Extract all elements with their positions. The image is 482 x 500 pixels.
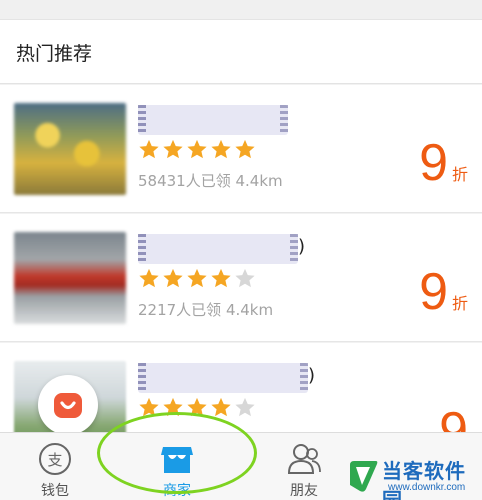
merchant-name-redacted xyxy=(138,234,298,264)
merchant-name-suffix: ) xyxy=(308,365,316,386)
tab-label: 钱包 xyxy=(41,483,69,499)
merchant-thumbnail xyxy=(14,103,126,195)
star-empty-icon xyxy=(235,268,255,288)
smile-bag-icon xyxy=(54,393,82,418)
merchant-thumbnail xyxy=(14,232,126,324)
rating-stars xyxy=(138,138,256,164)
watermark-title: 当客软件园 xyxy=(382,459,466,500)
star-empty-icon xyxy=(235,397,255,417)
star-icon xyxy=(235,139,255,159)
floating-action-button[interactable] xyxy=(38,375,98,435)
star-icon xyxy=(211,268,231,288)
star-icon xyxy=(187,268,207,288)
star-icon xyxy=(139,268,159,288)
star-icon xyxy=(163,139,183,159)
merchant-item[interactable]: 58431人已领 4.4km 9折 xyxy=(0,85,482,213)
merchant-item[interactable]: ) 2217人已领 4.4km 9折 xyxy=(0,214,482,342)
claimed-distance: 58431人已领 4.4km xyxy=(138,172,283,190)
discount-value: 9 xyxy=(419,263,448,321)
wallet-icon: 支 xyxy=(39,443,71,475)
discount-unit: 折 xyxy=(451,167,468,184)
star-icon xyxy=(163,268,183,288)
watermark-logo-icon xyxy=(350,461,378,492)
discount-value: 9 xyxy=(419,134,448,192)
svg-text:支: 支 xyxy=(47,451,62,469)
merchant-name-redacted xyxy=(138,363,308,393)
watermark-url: www.downkr.com xyxy=(388,482,466,493)
rating-stars xyxy=(138,267,256,293)
star-icon xyxy=(211,139,231,159)
top-strip xyxy=(0,0,482,20)
claimed-distance: 2217人已领 4.4km xyxy=(138,301,274,319)
watermark: 当客软件园 www.downkr.com xyxy=(340,455,482,500)
section-title: 热门推荐 xyxy=(16,43,93,65)
highlight-ellipse xyxy=(97,412,257,494)
section-header: 热门推荐 xyxy=(0,20,482,84)
star-icon xyxy=(139,139,159,159)
tab-wallet[interactable]: 支 钱包 xyxy=(0,433,115,500)
friends-icon xyxy=(287,444,321,474)
merchant-name-redacted xyxy=(138,105,288,135)
merchant-name-suffix: ) xyxy=(298,236,306,257)
discount-badge: 9折 xyxy=(419,137,468,189)
discount-badge: 9折 xyxy=(419,266,468,318)
star-icon xyxy=(187,139,207,159)
discount-unit: 折 xyxy=(451,296,468,313)
star-icon xyxy=(211,397,231,417)
